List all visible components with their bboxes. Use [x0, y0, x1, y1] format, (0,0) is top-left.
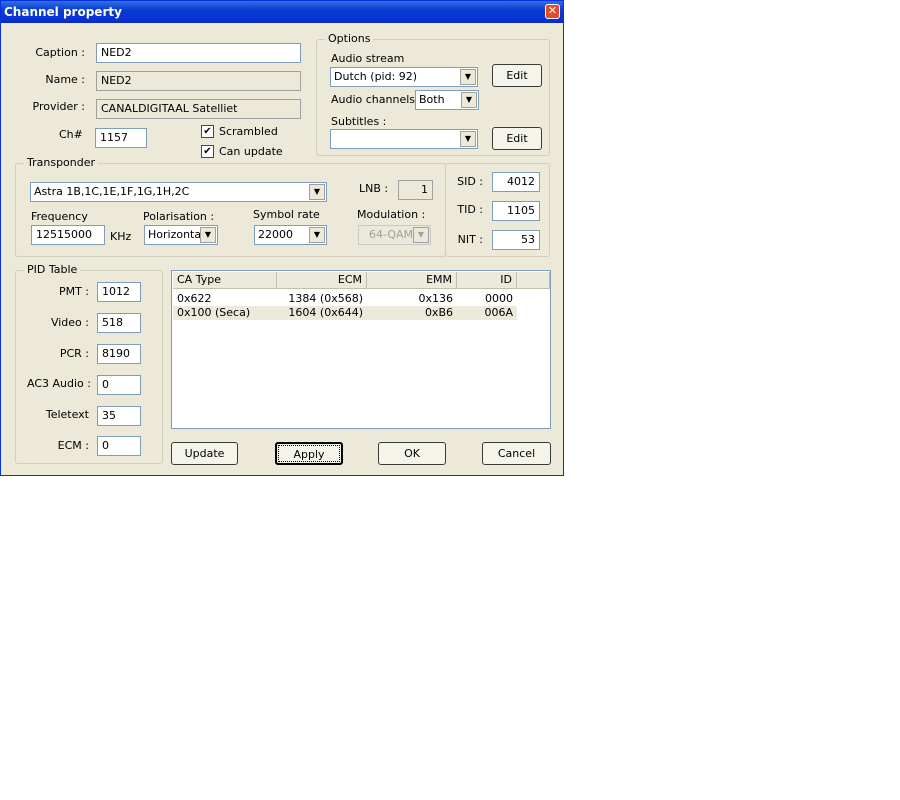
audio-stream-value: Dutch (pid: 92)	[334, 70, 418, 83]
frequency-label: Frequency	[31, 210, 88, 223]
chevron-down-icon[interactable]: ▼	[461, 92, 477, 108]
table-row[interactable]: 0x622 1384 (0x568) 0x136 0000	[173, 292, 517, 306]
channel-property-dialog: Channel property ✕ Caption : NED2 Name :…	[0, 0, 564, 476]
subtitles-edit-button[interactable]: Edit	[492, 127, 542, 150]
chevron-down-icon[interactable]: ▼	[460, 69, 476, 85]
tid-label: TID :	[457, 203, 483, 216]
audio-stream-select[interactable]: Dutch (pid: 92) ▼	[330, 67, 478, 87]
audio-channels-label: Audio channels :	[331, 93, 423, 106]
audio-channels-value: Both	[419, 93, 445, 106]
close-icon[interactable]: ✕	[545, 4, 560, 19]
teletext-label: Teletext	[45, 408, 89, 421]
lnb-field: 1	[398, 180, 433, 200]
symbol-rate-select[interactable]: 22000 ▼	[254, 225, 327, 245]
emm-cell: 0xB6	[424, 306, 453, 319]
lnb-label: LNB :	[359, 182, 389, 195]
tid-field[interactable]: 1105	[492, 201, 540, 221]
audio-channels-select[interactable]: Both ▼	[415, 90, 479, 110]
chevron-down-icon[interactable]: ▼	[309, 227, 325, 243]
ecm-column-header[interactable]: ECM	[277, 272, 367, 289]
nit-field[interactable]: 53	[492, 230, 540, 250]
name-field: NED2	[96, 71, 301, 91]
ac3-audio-label: AC3 Audio :	[27, 377, 91, 390]
chevron-down-icon[interactable]: ▼	[460, 131, 476, 147]
ch-number-field[interactable]: 1157	[95, 128, 147, 148]
title-bar[interactable]: Channel property ✕	[1, 1, 563, 23]
symbol-rate-label: Symbol rate	[253, 208, 320, 221]
sid-field[interactable]: 4012	[492, 172, 540, 192]
ca-type-column-header[interactable]: CA Type	[173, 272, 277, 289]
ecm-cell: 1384 (0x568)	[288, 292, 363, 305]
pcr-field[interactable]: 8190	[97, 344, 141, 364]
ecm-cell: 1604 (0x644)	[288, 306, 363, 319]
transponder-group-label: Transponder	[24, 156, 99, 169]
provider-field: CANALDIGITAAL Satelliet	[96, 99, 301, 119]
options-group-label: Options	[325, 32, 374, 45]
polarisation-label: Polarisation :	[143, 210, 215, 223]
scrambled-checkbox[interactable]: ✔	[201, 125, 214, 138]
ca-list-view[interactable]: CA Type ECM EMM ID 0x622 1384 (0x568) 0x…	[171, 270, 551, 429]
caption-field[interactable]: NED2	[96, 43, 301, 63]
pmt-label: PMT :	[58, 285, 89, 298]
id-column-header[interactable]: ID	[457, 272, 517, 289]
ecm-label: ECM :	[57, 439, 89, 452]
apply-button[interactable]: Apply	[275, 442, 343, 465]
can-update-label: Can update	[219, 145, 283, 158]
polarisation-select[interactable]: Horizontal ▼	[144, 225, 218, 245]
emm-cell: 0x136	[418, 292, 453, 305]
table-row[interactable]: 0x100 (Seca) 1604 (0x644) 0xB6 006A	[173, 306, 517, 320]
cancel-button[interactable]: Cancel	[482, 442, 551, 465]
can-update-checkbox[interactable]: ✔	[201, 145, 214, 158]
chevron-down-icon: ▼	[413, 227, 429, 243]
ca-type-cell: 0x622	[177, 292, 212, 305]
provider-label: Provider :	[32, 100, 86, 113]
ecm-field[interactable]: 0	[97, 436, 141, 456]
sid-label: SID :	[457, 175, 483, 188]
ca-type-cell: 0x100 (Seca)	[177, 306, 251, 319]
update-button[interactable]: Update	[171, 442, 238, 465]
polarisation-value: Horizontal	[148, 228, 205, 241]
symbol-rate-value: 22000	[258, 228, 293, 241]
pmt-field[interactable]: 1012	[97, 282, 141, 302]
frequency-unit: KHz	[110, 230, 132, 243]
ok-button[interactable]: OK	[378, 442, 446, 465]
subtitles-select[interactable]: ▼	[330, 129, 478, 149]
caption-label: Caption :	[35, 46, 85, 59]
emm-column-header[interactable]: EMM	[367, 272, 457, 289]
id-cell: 0000	[485, 292, 513, 305]
scrambled-label: Scrambled	[219, 125, 278, 138]
video-field[interactable]: 518	[97, 313, 141, 333]
ac3-audio-field[interactable]: 0	[97, 375, 141, 395]
teletext-field[interactable]: 35	[97, 406, 141, 426]
modulation-label: Modulation :	[357, 208, 426, 221]
modulation-select: 64-QAM ▼	[358, 225, 431, 245]
audio-edit-button[interactable]: Edit	[492, 64, 542, 87]
chevron-down-icon[interactable]: ▼	[309, 184, 325, 200]
video-label: Video :	[50, 316, 89, 329]
filler-column-header	[517, 272, 550, 289]
name-label: Name :	[45, 73, 85, 86]
window-title: Channel property	[4, 5, 122, 19]
pid-table-group-label: PID Table	[24, 263, 81, 276]
subtitles-label: Subtitles :	[331, 115, 387, 128]
ch-label: Ch#	[59, 128, 83, 141]
modulation-value: 64-QAM	[369, 228, 414, 241]
satellite-select[interactable]: Astra 1B,1C,1E,1F,1G,1H,2C ▼	[30, 182, 327, 202]
satellite-value: Astra 1B,1C,1E,1F,1G,1H,2C	[34, 185, 190, 198]
chevron-down-icon[interactable]: ▼	[200, 227, 216, 243]
pcr-label: PCR :	[59, 347, 89, 360]
nit-label: NIT :	[457, 233, 483, 246]
frequency-field[interactable]: 12515000	[31, 225, 105, 245]
id-cell: 006A	[484, 306, 513, 319]
audio-stream-label: Audio stream	[331, 52, 405, 65]
